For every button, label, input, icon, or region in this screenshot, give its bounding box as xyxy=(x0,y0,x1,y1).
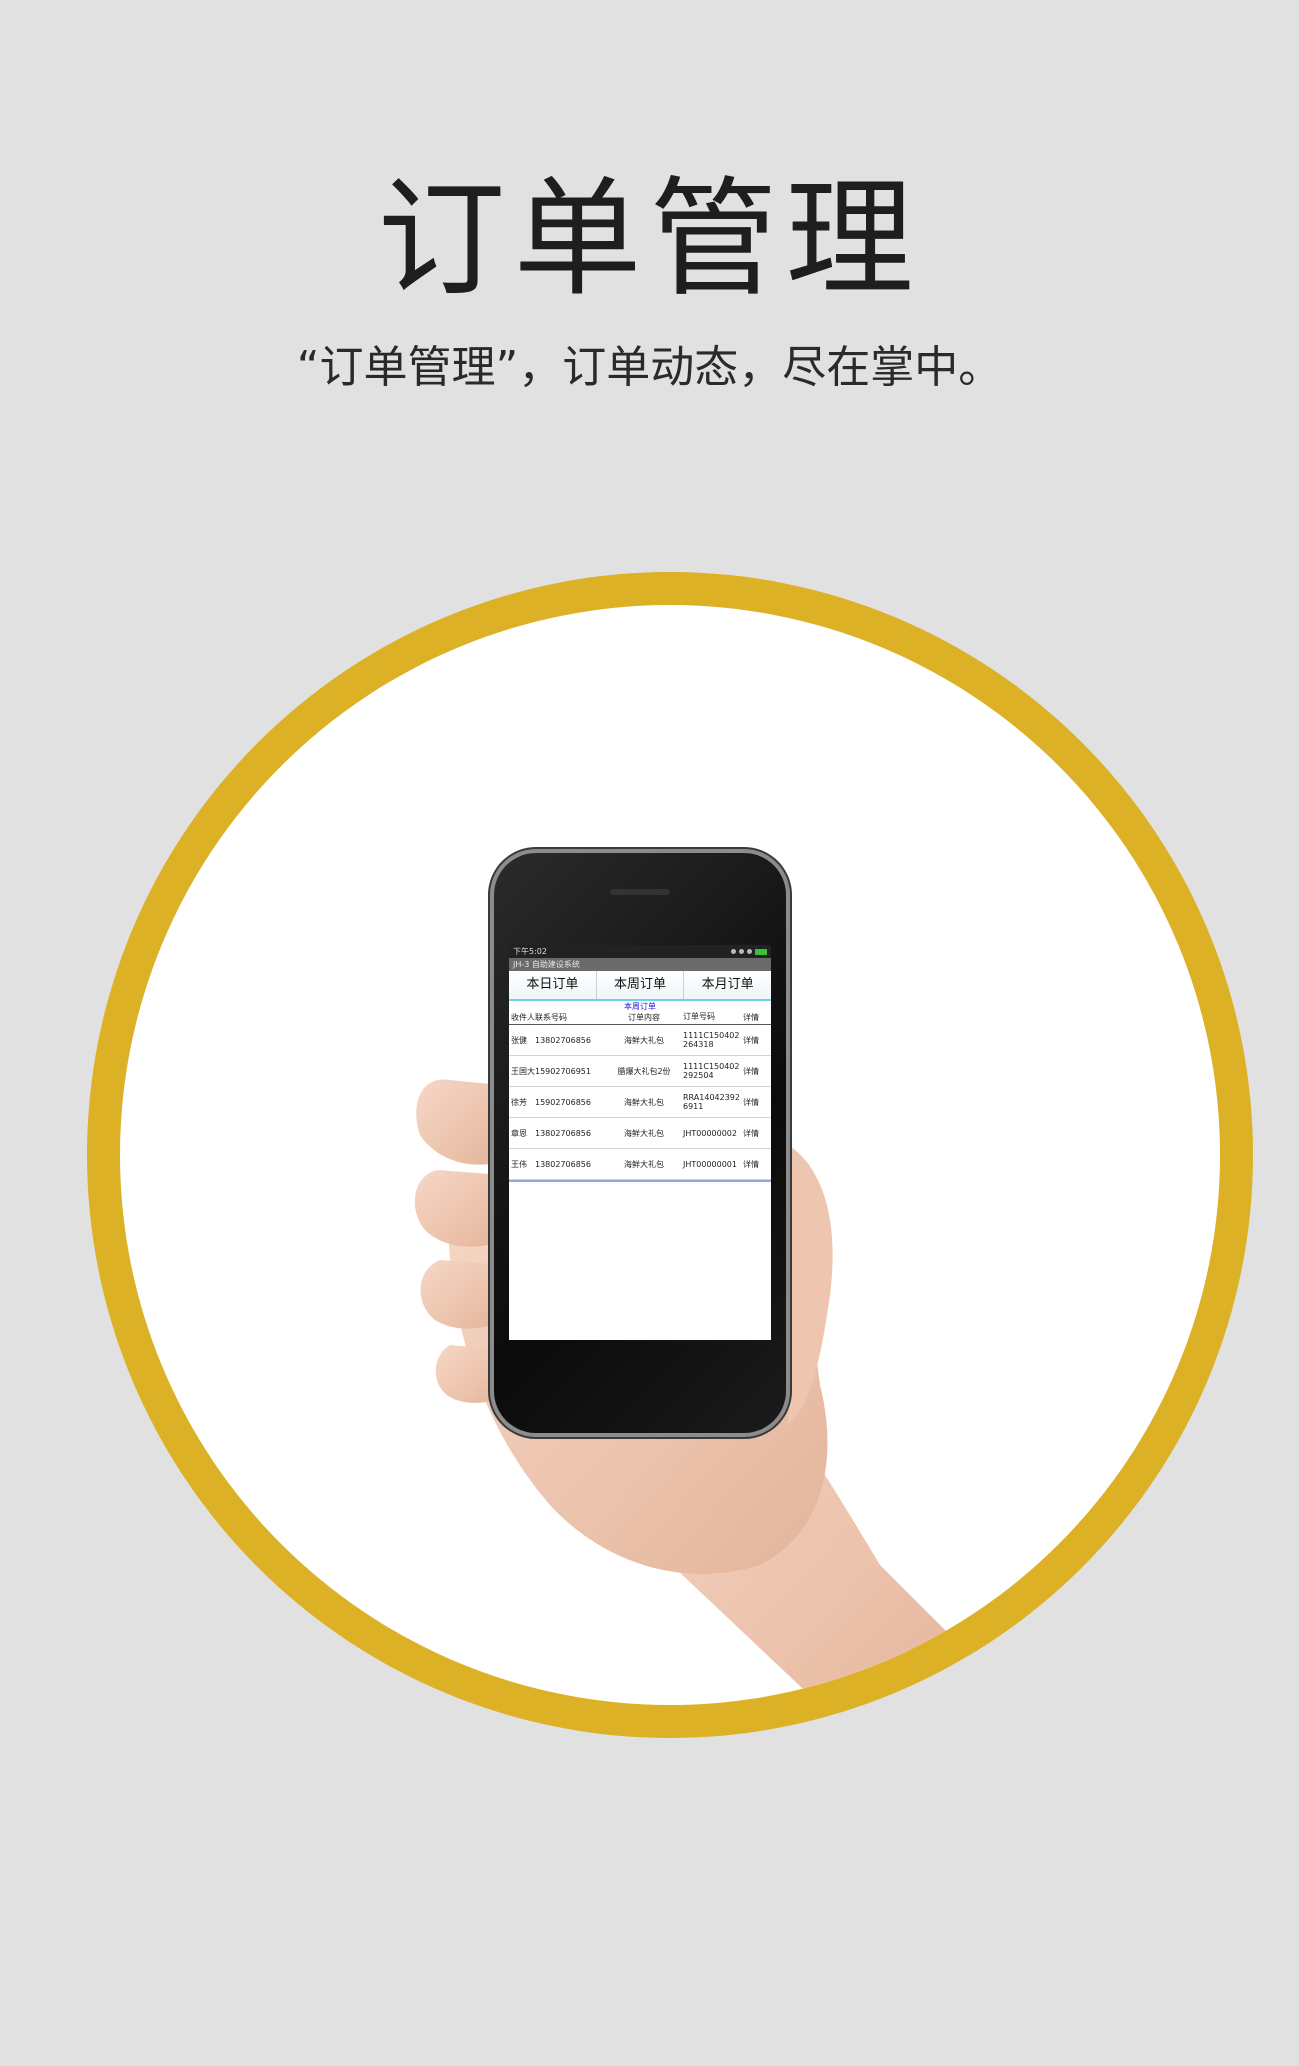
table-row: 王国大 15902706951 腊爆大礼包2份 1111C15040229250… xyxy=(509,1056,771,1087)
phone-device: 下午5:02 JH-3 自助建设系统 本日订单 本周订单 本月订单 本周订单 收… xyxy=(494,853,786,1433)
battery-icon xyxy=(755,948,767,955)
col-order-no: 订单号码 xyxy=(683,1012,715,1021)
tab-daily-orders[interactable]: 本日订单 xyxy=(509,971,597,999)
table-row: 王伟 13802706856 海鲜大礼包 JHT00000001 详情 xyxy=(509,1149,771,1180)
thumb-shape xyxy=(788,1145,833,1425)
row-detail-link[interactable]: 详情 xyxy=(743,1097,769,1108)
table-header: 收件人 联系号码 订单内容 订单号码 详情 xyxy=(509,1012,771,1025)
row-content: 海鲜大礼包 xyxy=(624,1097,664,1107)
phone-speaker xyxy=(610,889,670,895)
table-caption: 本周订单 xyxy=(624,1002,656,1011)
page-subtitle: “订单管理”，订单动态，尽在掌中。 xyxy=(296,342,1003,393)
row-content: 海鲜大礼包 xyxy=(624,1159,664,1169)
wifi-icon xyxy=(739,949,744,954)
row-order: RRA140423926911 xyxy=(683,1093,740,1111)
row-content: 海鲜大礼包 xyxy=(624,1128,664,1138)
app-title-bar: JH-3 自助建设系统 xyxy=(509,958,771,971)
col-phone: 联系号码 xyxy=(535,1013,567,1022)
table-row: 徐芳 15902706856 海鲜大礼包 RRA140423926911 详情 xyxy=(509,1087,771,1118)
row-detail-link[interactable]: 详情 xyxy=(743,1159,769,1170)
row-order: JHT00000001 xyxy=(683,1159,737,1169)
finger-1 xyxy=(416,1079,505,1165)
signal-icon xyxy=(747,949,752,954)
row-order: 1111C150402292504 xyxy=(683,1062,740,1080)
row-detail-link[interactable]: 详情 xyxy=(743,1066,769,1077)
col-recipient: 收件人 xyxy=(511,1013,535,1022)
row-content: 海鲜大礼包 xyxy=(624,1035,664,1045)
table-bottom-border xyxy=(509,1180,771,1182)
alarm-icon xyxy=(731,949,736,954)
row-content: 腊爆大礼包2份 xyxy=(617,1066,671,1076)
col-content: 订单内容 xyxy=(628,1013,660,1022)
finger-2 xyxy=(414,1170,505,1247)
row-order: 1111C150402264318 xyxy=(683,1031,740,1049)
status-bar: 下午5:02 xyxy=(509,945,771,958)
row-name: 王国大 xyxy=(511,1066,535,1076)
row-phone: 13802706856 xyxy=(535,1159,591,1169)
row-name: 章恩 xyxy=(511,1128,527,1138)
table-row: 张健 13802706856 海鲜大礼包 1111C150402264318 详… xyxy=(509,1025,771,1056)
status-icons xyxy=(731,945,767,958)
row-detail-link[interactable]: 详情 xyxy=(743,1035,769,1046)
row-phone: 15902706856 xyxy=(535,1097,591,1107)
row-name: 张健 xyxy=(511,1035,527,1045)
row-detail-link[interactable]: 详情 xyxy=(743,1128,769,1139)
phone-screen: 下午5:02 JH-3 自助建设系统 本日订单 本周订单 本月订单 本周订单 收… xyxy=(509,945,771,1340)
table-row: 章恩 13802706856 海鲜大礼包 JHT00000002 详情 xyxy=(509,1118,771,1149)
page-title: 订单管理 xyxy=(377,165,922,314)
status-time: 下午5:02 xyxy=(513,947,547,956)
row-phone: 15902706951 xyxy=(535,1066,591,1076)
tab-weekly-orders[interactable]: 本周订单 xyxy=(596,971,685,999)
col-detail: 详情 xyxy=(743,1013,759,1022)
row-name: 王伟 xyxy=(511,1159,527,1169)
row-name: 徐芳 xyxy=(511,1097,527,1107)
row-order: JHT00000002 xyxy=(683,1128,737,1138)
row-phone: 13802706856 xyxy=(535,1035,591,1045)
order-tabs: 本日订单 本周订单 本月订单 xyxy=(509,971,771,1001)
circle-frame: 下午5:02 JH-3 自助建设系统 本日订单 本周订单 本月订单 本周订单 收… xyxy=(120,605,1220,1705)
row-phone: 13802706856 xyxy=(535,1128,591,1138)
tab-monthly-orders[interactable]: 本月订单 xyxy=(684,971,771,999)
